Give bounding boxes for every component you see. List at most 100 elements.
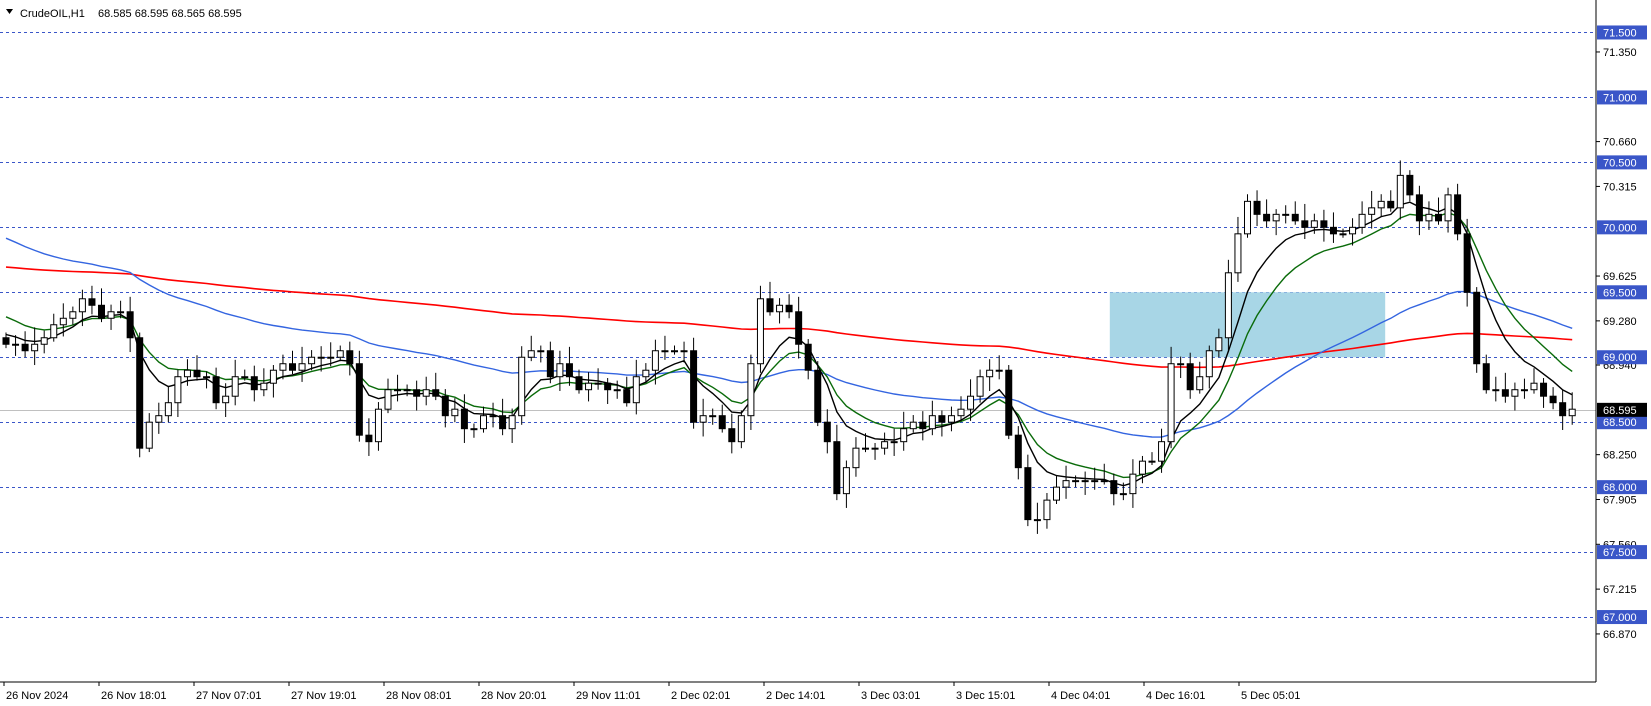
candle-body-bull [537,350,545,353]
candle-body-bull [1339,233,1347,236]
time-label: 29 Nov 11:01 [576,690,641,702]
candle-body-bull [890,441,898,444]
symbol-label: CrudeOIL,H1 [20,8,85,20]
candle-body-bull [1511,389,1519,397]
candle-body-bull [1043,499,1051,521]
candle-body-bear [126,311,134,339]
candle-body-bull [1444,194,1452,222]
candle-body-bull [155,415,163,423]
candle-body-bull [747,363,755,417]
time-label: 3 Dec 15:01 [956,690,1015,702]
level-box: 69.500 [1597,285,1647,300]
candle-body-bull [336,350,344,358]
candle[interactable] [355,350,363,442]
candle-body-bull [995,369,1003,372]
candle-body-bear [193,369,201,378]
candle-body-bull [164,402,172,417]
candle-body-bear [823,421,831,443]
candle-body-bull [1349,226,1357,235]
level-box-label: 71.500 [1603,27,1637,39]
candle-body-bear [728,428,736,443]
candle-body-bear [98,304,105,319]
level-box: 70.000 [1597,220,1647,235]
candle-body-bear [136,337,144,449]
candle-body-bull [900,428,908,443]
time-label: 28 Nov 20:01 [481,690,546,702]
candle-body-bull [59,317,67,326]
zone-rect[interactable] [1109,292,1386,358]
candle-body-bull [1100,480,1108,483]
candle-body-bull [78,298,86,313]
candle-body-bear [1387,200,1395,209]
candle[interactable] [690,337,698,429]
candle-body-bull [1091,480,1099,483]
candle-body-bull [50,324,58,339]
level-box: 68.000 [1597,480,1647,495]
candle-body-bull [957,408,965,417]
candle-body-bull [1310,220,1318,228]
chart-window[interactable]: 71.350 70.660 70.315 69.625 69.280 68.940 68.2… [0,0,1651,706]
candle-body-bull [145,421,153,449]
candle-body-bull [527,350,535,358]
level-box: 68.500 [1597,415,1647,430]
time-label: 3 Dec 03:01 [861,690,920,702]
candle[interactable] [756,285,764,373]
candle-body-bull [231,376,239,397]
candle-body-bull [1081,480,1089,483]
price-label: 67.215 [1603,584,1637,596]
candle-body-bull [1033,519,1041,522]
candle-body-bull [632,376,640,404]
candle-body-bull [1205,350,1213,378]
candle-body-bull [1520,389,1528,392]
candle-body-bull [518,356,526,417]
candle[interactable] [1224,259,1232,353]
candle-body-bull [489,415,497,418]
candle-body-bear [690,350,698,423]
candle-body-bear [623,389,631,404]
candle[interactable] [814,361,822,427]
candle-body-bull [422,389,430,397]
candle-body-bear [1263,213,1271,222]
time-label: 26 Nov 2024 [6,690,68,702]
candle-body-bear [1320,220,1328,228]
candle[interactable] [1005,365,1013,440]
candle-body-bull [1138,460,1146,475]
candle-body-bull [1530,382,1538,391]
candle-body-bull [241,376,249,379]
candle-body-bear [833,441,841,495]
resistance-zone[interactable] [1109,292,1386,358]
candle-body-bull [308,356,316,365]
level-box-label: 69.000 [1603,352,1637,364]
candle-body-bull [1167,363,1175,443]
candle-body-bull [1053,486,1060,501]
candle-body-bull [1377,200,1385,209]
candle-body-bear [814,369,822,423]
candle-body-bull [269,369,277,384]
candle[interactable] [136,332,144,458]
candle-body-bear [575,376,583,391]
candle-body-bear [1482,363,1490,391]
candle-body-bull [909,421,917,430]
candle-body-bull [394,389,402,392]
level-box-label: 68.500 [1603,417,1637,429]
candle[interactable] [1473,287,1481,373]
candle-body-bull [1119,493,1127,496]
candle-body-bear [1110,480,1118,495]
candle-body-bear [499,415,507,430]
price-label: 69.625 [1603,271,1637,283]
level-box-label: 69.500 [1603,287,1637,299]
candle-body-bull [671,350,678,353]
candle-body-bull [69,311,77,319]
time-axis: 26 Nov 2024 26 Nov 18:01 27 Nov 07:01 27 No… [3,682,1300,702]
candle-body-bull [183,369,191,378]
candle-body-bear [1024,467,1032,521]
chart-canvas[interactable]: 71.35070.66070.31569.62569.28068.94068.2… [0,0,1651,706]
level-box-label: 70.500 [1603,157,1637,169]
level-box-label: 67.000 [1603,612,1637,624]
candle-body-bear [250,376,258,391]
candle[interactable] [518,346,526,425]
candle-body-bull [661,350,669,353]
candle-body-bull [881,441,889,449]
candle-body-bull [842,467,850,495]
candle-body-bear [1253,200,1261,215]
